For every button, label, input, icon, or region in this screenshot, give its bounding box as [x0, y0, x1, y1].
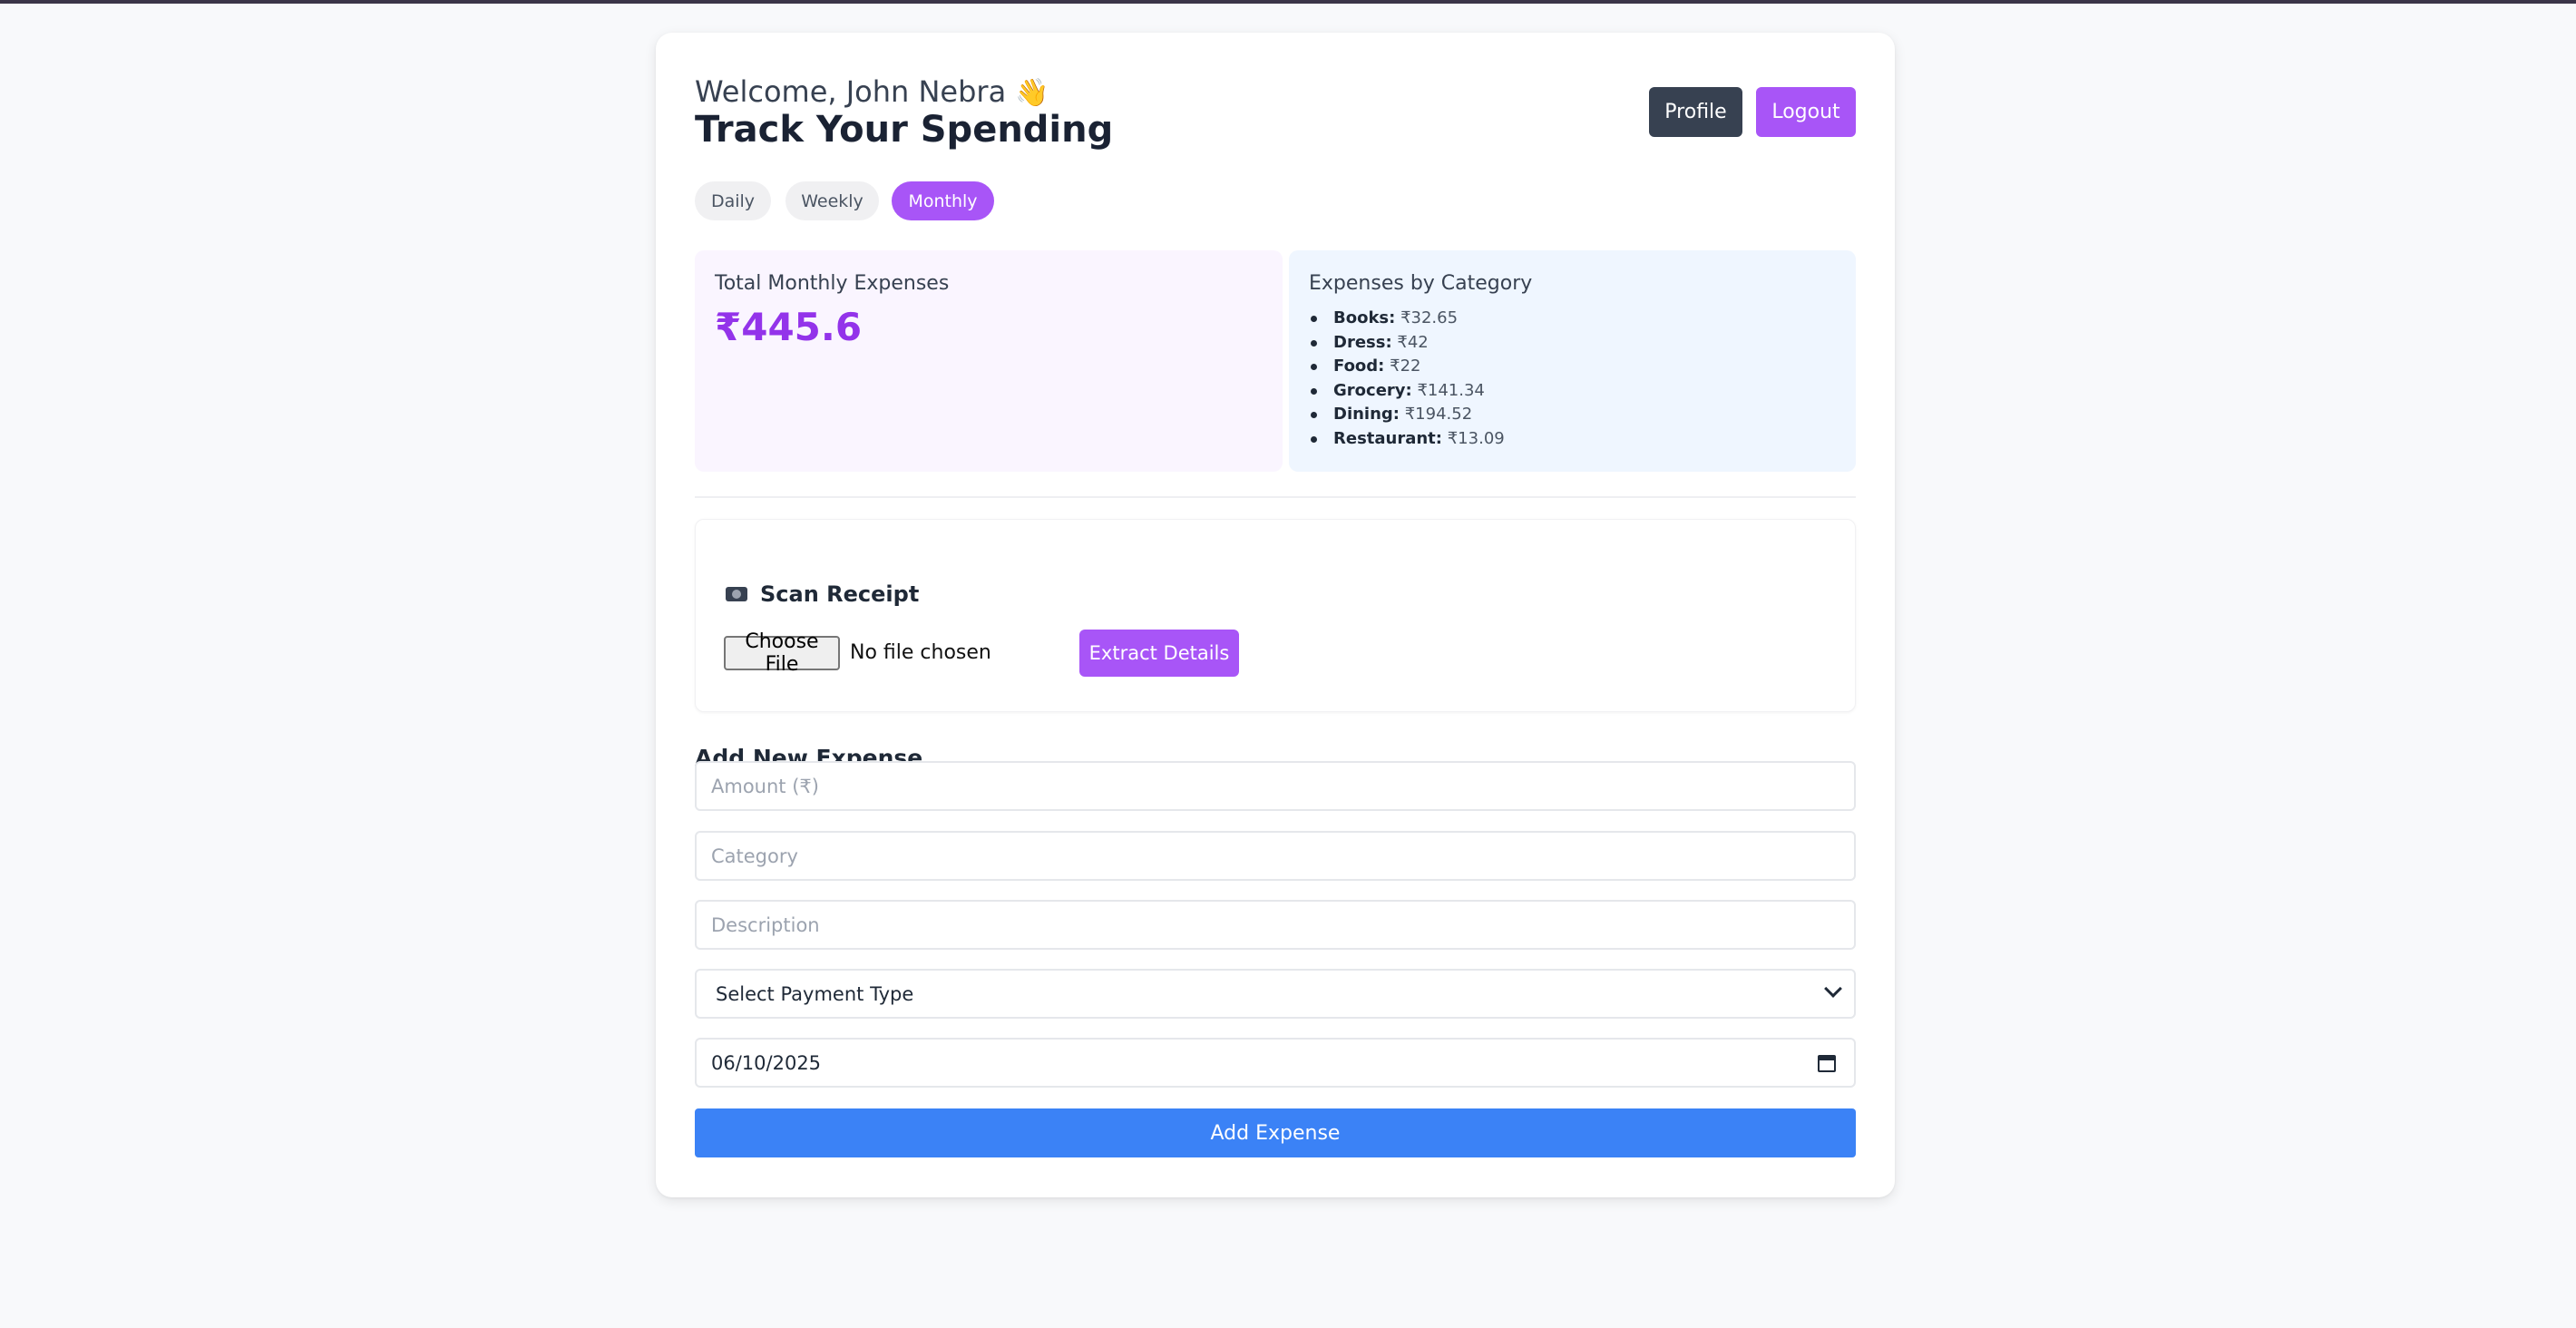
category-list: Books: ₹32.65 Dress: ₹42 Food: ₹22 Groce…	[1309, 307, 1505, 451]
top-border	[0, 0, 2576, 4]
tab-daily[interactable]: Daily	[695, 181, 771, 220]
category-expenses-label: Expenses by Category	[1309, 272, 1533, 295]
choose-file-button[interactable]: Choose File	[724, 630, 840, 676]
total-expenses-label: Total Monthly Expenses	[715, 272, 950, 295]
amount-input[interactable]: Amount (₹)	[695, 761, 1856, 811]
main-card: Welcome, John Nebra 👋 Track Your Spending…	[656, 33, 1895, 1197]
chevron-down-icon	[1824, 980, 1842, 998]
scan-receipt-section: Scan Receipt Choose File No file chosen …	[695, 519, 1856, 712]
welcome-text: Welcome, John Nebra 👋	[695, 74, 1049, 109]
tab-monthly[interactable]: Monthly	[892, 181, 994, 220]
add-expense-button[interactable]: Add Expense	[695, 1108, 1856, 1157]
total-expenses-panel: Total Monthly Expenses ₹445.6	[695, 250, 1283, 472]
scan-receipt-title: Scan Receipt	[726, 581, 919, 607]
category-expenses-panel: Expenses by Category Books: ₹32.65 Dress…	[1289, 250, 1856, 472]
list-item: Food: ₹22	[1309, 355, 1505, 379]
file-status: No file chosen	[850, 641, 991, 664]
list-item: Dining: ₹194.52	[1309, 403, 1505, 427]
profile-button[interactable]: Profile	[1649, 87, 1742, 137]
list-item: Restaurant: ₹13.09	[1309, 427, 1505, 452]
list-item: Dress: ₹42	[1309, 331, 1505, 356]
tab-weekly[interactable]: Weekly	[785, 181, 879, 220]
description-input[interactable]: Description	[695, 900, 1856, 950]
total-expenses-value: ₹445.6	[715, 305, 863, 349]
category-input[interactable]: Category	[695, 831, 1856, 881]
list-item: Books: ₹32.65	[1309, 307, 1505, 331]
page-title: Track Your Spending	[695, 109, 1114, 151]
divider	[695, 496, 1856, 498]
camera-icon	[726, 587, 747, 601]
calendar-icon[interactable]	[1818, 1055, 1836, 1072]
date-input[interactable]: 06/10/2025	[695, 1038, 1856, 1088]
payment-type-select[interactable]: Select Payment Type	[695, 969, 1856, 1019]
extract-details-button[interactable]: Extract Details	[1079, 630, 1239, 677]
list-item: Grocery: ₹141.34	[1309, 379, 1505, 404]
logout-button[interactable]: Logout	[1756, 87, 1856, 137]
wave-icon: 👋	[1015, 77, 1049, 109]
